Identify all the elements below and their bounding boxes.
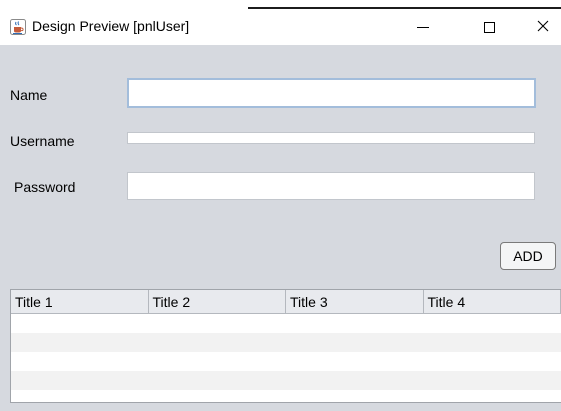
close-icon xyxy=(537,19,549,35)
user-table[interactable]: Title 1 Title 2 Title 3 Title 4 xyxy=(10,289,561,403)
username-field[interactable] xyxy=(127,132,535,144)
name-label: Name xyxy=(10,87,48,103)
window-title: Design Preview [pnlUser] xyxy=(32,18,190,34)
table-row[interactable] xyxy=(11,314,561,333)
username-label: Username xyxy=(10,133,75,149)
table-body xyxy=(11,314,561,390)
title-bar[interactable]: Design Preview [pnlUser] xyxy=(0,9,561,45)
java-coffee-cup-icon xyxy=(10,19,26,35)
table-row[interactable] xyxy=(11,352,561,371)
minimize-button[interactable] xyxy=(400,9,446,45)
screen-background-strip xyxy=(0,0,248,9)
close-button[interactable] xyxy=(520,9,561,45)
column-header-title-1[interactable]: Title 1 xyxy=(11,290,149,313)
column-header-title-2[interactable]: Title 2 xyxy=(149,290,286,313)
add-button[interactable]: ADD xyxy=(500,242,556,270)
maximize-icon xyxy=(483,21,495,33)
table-row[interactable] xyxy=(11,371,561,390)
column-header-title-3[interactable]: Title 3 xyxy=(286,290,424,313)
name-field[interactable] xyxy=(127,78,536,108)
column-header-title-4[interactable]: Title 4 xyxy=(424,290,561,313)
minimize-icon xyxy=(417,26,429,28)
password-label: Password xyxy=(14,179,76,195)
password-field[interactable] xyxy=(127,172,535,200)
maximize-button[interactable] xyxy=(466,9,512,45)
table-row[interactable] xyxy=(11,333,561,352)
table-header: Title 1 Title 2 Title 3 Title 4 xyxy=(11,290,561,314)
design-preview-window: Design Preview [pnlUser] Name Username P… xyxy=(0,9,561,411)
